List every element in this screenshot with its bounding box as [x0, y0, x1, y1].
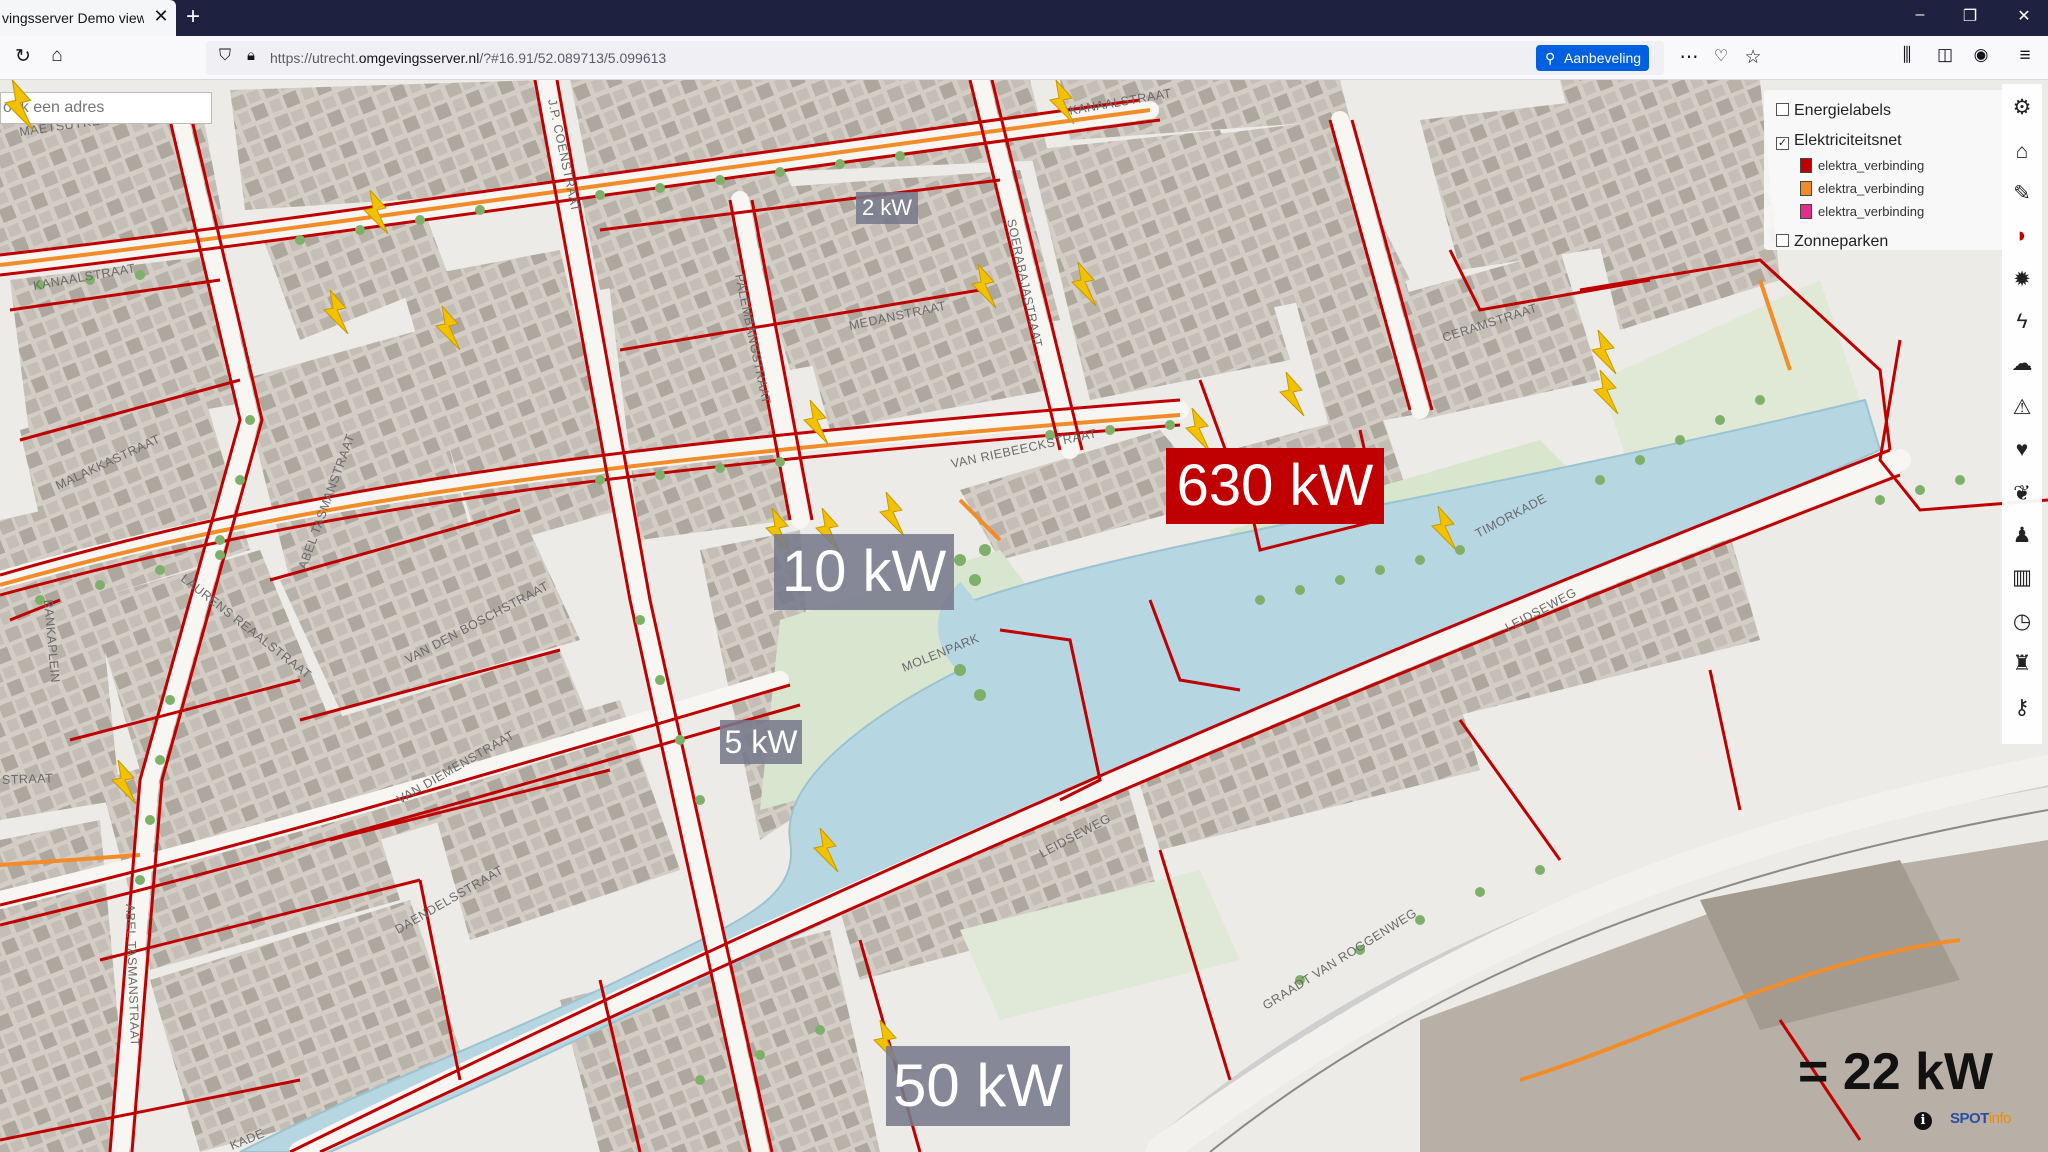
home-icon[interactable]: ⌂: [2002, 132, 2042, 172]
power-icon[interactable]: ϟ: [2002, 302, 2042, 342]
legend-swatch: [1800, 204, 1812, 219]
legend-item: elektra_verbinding: [1800, 158, 1924, 173]
recommend-button[interactable]: ⚲ Aanbeveling: [1536, 45, 1650, 71]
sun-icon[interactable]: ✹: [2002, 260, 2042, 300]
logo-spot: SPOT: [1950, 1110, 1989, 1127]
legend-bolt-icon: [4, 80, 34, 130]
legend-item: elektra_verbinding: [1800, 204, 1924, 219]
street-label: STRAAT: [2, 771, 54, 787]
power-label: 2 kW: [856, 192, 918, 224]
cloud-icon[interactable]: ☁: [2002, 344, 2042, 384]
restore-icon[interactable]: ❐: [1952, 6, 1988, 26]
layer-zonneparken[interactable]: Zonneparken: [1776, 233, 1888, 251]
legend-item: elektra_verbinding: [1800, 181, 1924, 196]
castle-icon[interactable]: ♜: [2002, 644, 2042, 684]
settings-icon[interactable]: ⚙: [2002, 88, 2042, 128]
browser-tab[interactable]: vingsserver Demo viewer ✕: [0, 0, 176, 36]
legend-label: elektra_verbinding: [1818, 204, 1925, 219]
edit-icon[interactable]: ✎: [2002, 174, 2042, 214]
url-path: /?#16.91/52.089713/5.099613: [479, 50, 667, 66]
legend-swatch: [1800, 181, 1812, 196]
reload-icon[interactable]: ↻: [10, 45, 36, 68]
tab-close-icon[interactable]: ✕: [150, 6, 172, 27]
heart-icon[interactable]: ♥: [2002, 430, 2042, 470]
legend-text: = 22 kW: [1798, 1043, 1994, 1101]
tab-bar: vingsserver Demo viewer ✕ + – ❐ ✕: [0, 0, 2048, 36]
account-icon[interactable]: ◉: [1968, 45, 1994, 65]
lock-icon[interactable]: 🔒︎: [238, 47, 264, 64]
pin-icon: ⚲: [1545, 50, 1556, 66]
url-domain: omgevingsserver.nl: [358, 50, 480, 66]
layer-elektriciteitsnet[interactable]: ✓ Elektriciteitsnet: [1776, 132, 1902, 150]
legend-swatch: [1800, 158, 1812, 173]
navigation-bar: ↻ ⌂ ⛉ 🔒︎ https://utrecht.omgevingsserver…: [0, 36, 2048, 80]
url-prefix: https://utrecht.: [270, 50, 359, 66]
layer-checkbox[interactable]: [1776, 234, 1789, 247]
chart-icon[interactable]: ▥: [2002, 558, 2042, 598]
map-canvas[interactable]: KANAALSTRAAT KANAALSTRAAT MAETSUYKERSTR.…: [0, 80, 2048, 1152]
legend-label: elektra_verbinding: [1818, 158, 1925, 173]
power-label: 50 kW: [886, 1046, 1070, 1126]
layer-checkbox[interactable]: ✓: [1776, 137, 1789, 150]
person-icon[interactable]: ♟: [2002, 516, 2042, 556]
new-tab-button[interactable]: +: [186, 3, 200, 31]
leaf-icon[interactable]: ❦: [2002, 474, 2042, 514]
key-icon[interactable]: ⚷: [2002, 688, 2042, 728]
flag-icon[interactable]: ◗: [2002, 216, 2042, 256]
menu-icon[interactable]: ≡: [2012, 45, 2038, 67]
legend-label: elektra_verbinding: [1818, 181, 1925, 196]
tab-title: vingsserver Demo viewer: [2, 10, 144, 26]
layer-panel: Energielabels ✓ Elektriciteitsnet elektra…: [1764, 90, 2008, 250]
layer-energielabels[interactable]: Energielabels: [1776, 102, 1891, 120]
address-bar[interactable]: ⛉ 🔒︎ https://utrecht.omgevingsserver.nl/…: [206, 41, 1762, 75]
library-icon[interactable]: ⫼: [1894, 45, 1920, 67]
layer-checkbox[interactable]: [1776, 103, 1789, 116]
sidebar-icon[interactable]: ◫: [1932, 45, 1958, 65]
clock-icon[interactable]: ◷: [2002, 602, 2042, 642]
info-icon[interactable]: i: [1914, 1112, 1932, 1130]
url-text: https://utrecht.omgevingsserver.nl/?#16.…: [270, 50, 666, 66]
logo-info: info: [1988, 1110, 2012, 1127]
map-view[interactable]: KANAALSTRAAT KANAALSTRAAT MAETSUYKERSTR.…: [0, 80, 2048, 1152]
pocket-icon[interactable]: ♡: [1708, 46, 1734, 66]
map-toolbar: ⚙ ⌂ ✎ ◗ ✹ ϟ ☁ ⚠ ♥ ❦ ♟ ▥ ◷ ♜ ⚷: [2002, 84, 2042, 744]
warning-icon[interactable]: ⚠: [2002, 388, 2042, 428]
window-close-icon[interactable]: ✕: [2006, 6, 2042, 26]
bookmark-star-icon[interactable]: ☆: [1740, 46, 1766, 69]
power-label: 10 kW: [774, 534, 954, 610]
power-label: 5 kW: [720, 720, 802, 764]
layer-label: Elektriciteitsnet: [1794, 132, 1902, 149]
power-label: 630 kW: [1166, 448, 1384, 524]
more-icon[interactable]: ⋯: [1676, 46, 1702, 69]
minimize-icon[interactable]: –: [1902, 6, 1938, 24]
recommend-label: Aanbeveling: [1564, 50, 1642, 66]
layer-label: Zonneparken: [1794, 233, 1889, 250]
shield-icon[interactable]: ⛉: [212, 47, 238, 65]
home-icon[interactable]: ⌂: [44, 45, 70, 67]
spotinfo-logo: SPOTinfo: [1950, 1110, 2012, 1127]
layer-label: Energielabels: [1794, 102, 1891, 119]
